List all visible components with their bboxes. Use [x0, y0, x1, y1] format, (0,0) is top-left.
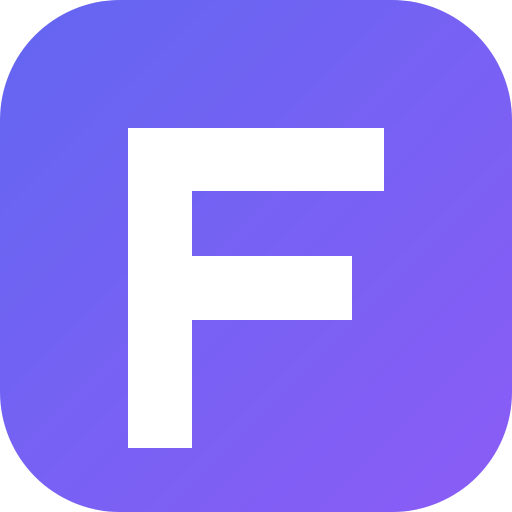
letter-f-shape	[128, 128, 384, 448]
app-icon	[0, 0, 512, 512]
letter-f-glyph	[128, 128, 384, 448]
